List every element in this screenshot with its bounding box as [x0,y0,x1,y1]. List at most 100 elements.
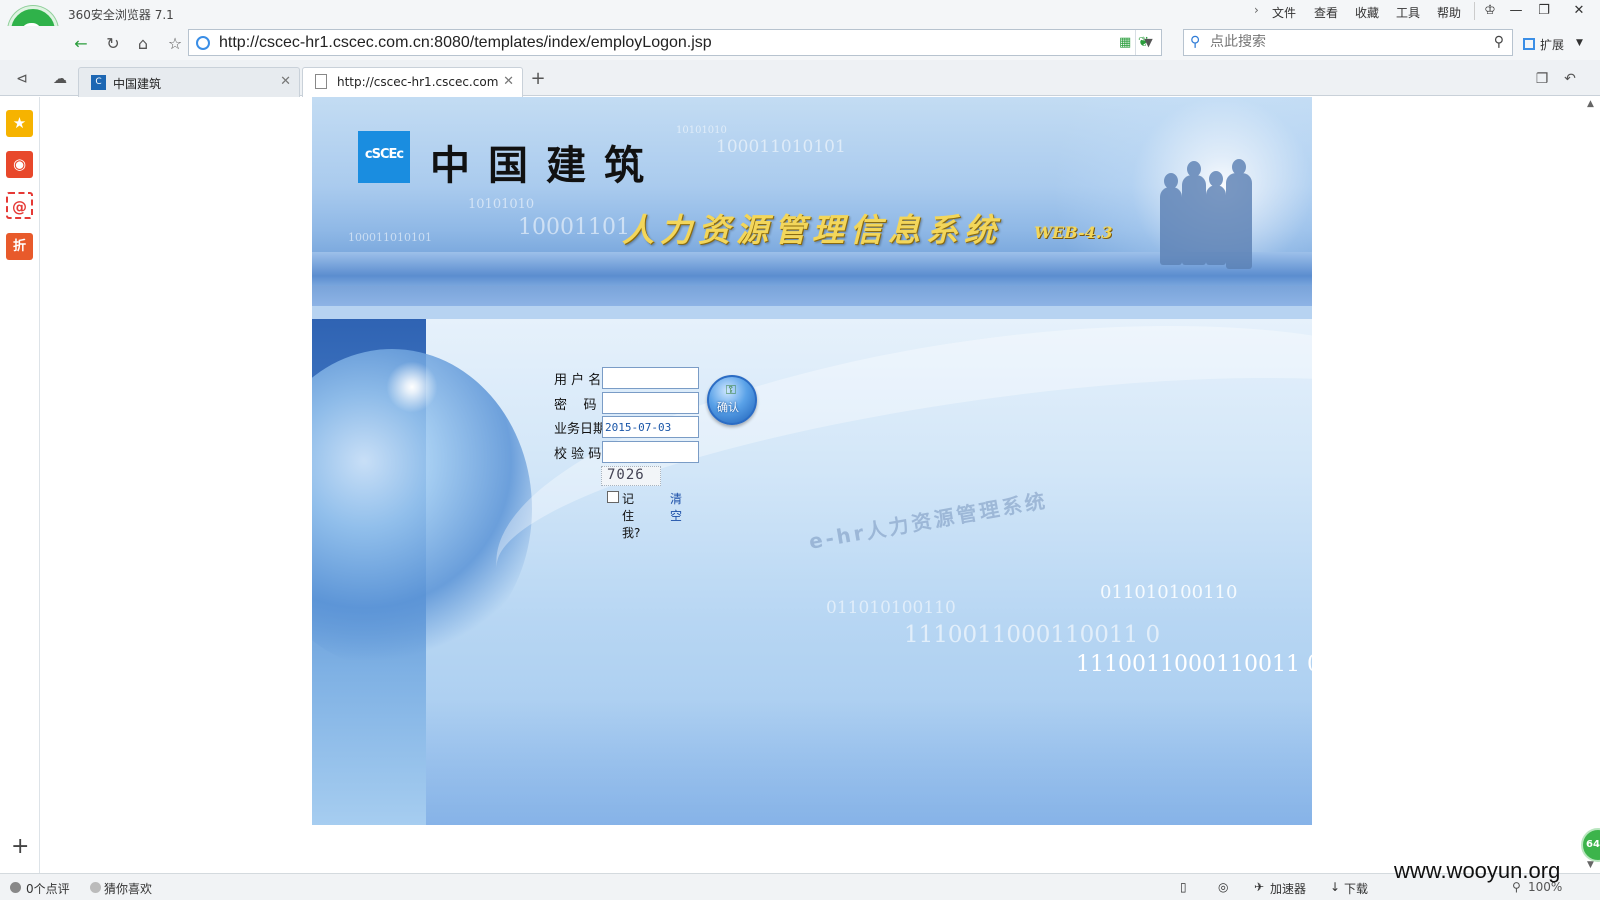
search-icon[interactable]: ⚲ [1494,34,1504,50]
clear-link[interactable]: 清空 [670,490,682,524]
reviews-icon [10,882,21,893]
company-name: 中国建筑 [430,142,662,189]
download-icon[interactable]: ↓ [1330,880,1340,894]
skin-icon[interactable]: ♔ [1476,0,1504,22]
username-input[interactable] [602,367,699,389]
star-icon[interactable]: ★ [6,110,33,137]
binary-text: 1110011000110011 0 [904,622,1161,648]
tab-cscec[interactable]: C 中国建筑 ✕ [78,67,300,97]
binary-text: 10001101 [518,215,630,240]
search-input[interactable] [1210,34,1490,50]
sparkle-graphic [382,357,442,417]
tab-label: 中国建筑 [113,77,162,91]
accelerator-button[interactable]: 加速器 [1270,880,1306,897]
password-label: 密 码 [554,398,597,413]
guess-icon [90,882,101,893]
scroll-up-icon[interactable]: ▲ [1587,99,1594,109]
maximize-button[interactable]: ❐ [1530,0,1558,22]
favorite-star-button[interactable]: ☆ [162,32,188,56]
captcha-label: 校 验 码 [554,447,602,462]
captcha-image[interactable]: 7026 [601,466,661,486]
restore-tabs-icon[interactable]: ❐ [1530,68,1554,90]
banner-band [312,306,1312,319]
scroll-down-icon[interactable]: ▼ [1587,860,1594,870]
search-box[interactable]: ⚲ ⚲ [1183,29,1513,56]
title-bar: 360安全浏览器 7.1 › 文件 查看 收藏 工具 帮助 ♔ — ❐ ✕ [0,0,1600,26]
floor-graphic [426,699,1312,825]
speed-icon[interactable]: ◎ [1218,880,1228,894]
mail-icon[interactable]: @ [6,192,33,219]
close-icon[interactable]: ✕ [280,74,291,89]
nav-bar: ← ↻ ⌂ ☆ http://cscec-hr1.cscec.com.cn:80… [0,26,1600,60]
header-banner: 10101010 100011010101 10101010 10001101 … [312,97,1312,319]
back-button[interactable]: ← [68,32,94,56]
reviews-count[interactable]: 0个点评 [26,880,70,897]
search-engine-icon[interactable]: ⚲ [1190,34,1200,50]
tab-bar: ⊲ ☁ C 中国建筑 ✕ http://cscec-hr1.cscec.com.… [0,60,1600,97]
menu-help[interactable]: 帮助 [1437,4,1461,21]
site-globe-icon [196,36,210,50]
binary-text: 011010100110 [826,598,956,618]
chevron-down-icon[interactable]: ▼ [1576,38,1583,48]
sidebar-toggle-icon[interactable]: ⊲ [10,68,34,90]
status-bar: 0个点评 猜你喜欢 ▯ ◎ ✈ 加速器 ↓ 下载 ⚲ 100% [0,873,1600,900]
refresh-button[interactable]: ↻ [100,32,126,56]
binary-text: 100011010101 [716,137,846,157]
mobile-icon[interactable]: ▯ [1180,880,1187,894]
cscec-favicon-icon: C [91,75,106,90]
binary-text: 011010100110 [1100,582,1238,603]
close-icon[interactable]: ✕ [503,74,514,89]
password-input[interactable] [602,392,699,414]
extensions-icon[interactable] [1523,38,1535,50]
sidebar: ★ ◉ @ 折 + [0,97,40,873]
web-page: 10101010 100011010101 10101010 10001101 … [41,97,1583,873]
binary-text: 10101010 [676,125,727,136]
close-button[interactable]: ✕ [1565,0,1593,22]
menu-file[interactable]: 文件 [1272,4,1296,21]
scrollbar[interactable]: ▲ ▼ [1583,97,1600,873]
username-label: 用 户 名 [554,373,602,388]
binary-text: 100011010101 [348,231,432,244]
menu-view[interactable]: 查看 [1314,4,1338,21]
site-watermark: www.wooyun.org [1394,858,1561,883]
home-button[interactable]: ⌂ [130,32,156,56]
separator [1474,2,1475,20]
captcha-input[interactable] [602,441,699,463]
chevron-down-icon[interactable]: ▼ [1135,30,1161,55]
download-button[interactable]: 下载 [1344,880,1368,897]
url-text[interactable]: http://cscec-hr1.cscec.com.cn:8080/templ… [219,34,712,52]
binary-text: 10101010 [468,197,535,212]
app-title: 360安全浏览器 7.1 [68,8,174,22]
key-icon: ⚿ [726,383,736,398]
menu-expand-icon[interactable]: › [1254,3,1259,17]
remember-me-label: 记住我? [622,492,641,540]
page-icon [315,74,327,89]
guess-you-like[interactable]: 猜你喜欢 [104,880,152,897]
banner-band [312,286,1312,306]
cscec-logo: cSCEc [358,131,410,183]
extensions-button[interactable]: 扩展 [1540,36,1564,53]
minimize-button[interactable]: — [1502,0,1530,22]
new-tab-button[interactable]: + [526,68,550,90]
menu-tools[interactable]: 工具 [1396,4,1420,21]
business-date-label: 业务日期 [554,422,607,437]
weibo-icon[interactable]: ◉ [6,151,33,178]
menu-favorites[interactable]: 收藏 [1355,4,1379,21]
confirm-label: 确认 [717,401,739,414]
tab-login[interactable]: http://cscec-hr1.cscec.com.c ✕ [302,67,523,97]
remember-me-checkbox[interactable] [607,491,619,503]
rocket-icon[interactable]: ✈ [1254,880,1264,894]
add-sidebar-button[interactable]: + [11,834,29,859]
binary-text: 1110011000110011 0 [1076,652,1312,677]
address-bar[interactable]: http://cscec-hr1.cscec.com.cn:8080/templ… [188,29,1162,56]
discount-icon[interactable]: 折 [6,233,33,260]
business-date-input[interactable] [602,416,699,438]
login-panel: e-hr人力资源管理系统 011010100110 011010100110 1… [312,319,1312,825]
confirm-login-button[interactable]: ⚿ 确认 [707,375,757,425]
system-title: 人力资源管理信息系统 [622,211,1003,249]
cloud-icon[interactable]: ☁ [48,68,72,90]
tab-label: http://cscec-hr1.cscec.com.c [337,75,499,89]
qr-code-icon[interactable]: ▦ [1119,35,1131,50]
undo-close-icon[interactable]: ↶ [1558,68,1582,90]
version-label: WEB-4.3 [1034,223,1113,242]
